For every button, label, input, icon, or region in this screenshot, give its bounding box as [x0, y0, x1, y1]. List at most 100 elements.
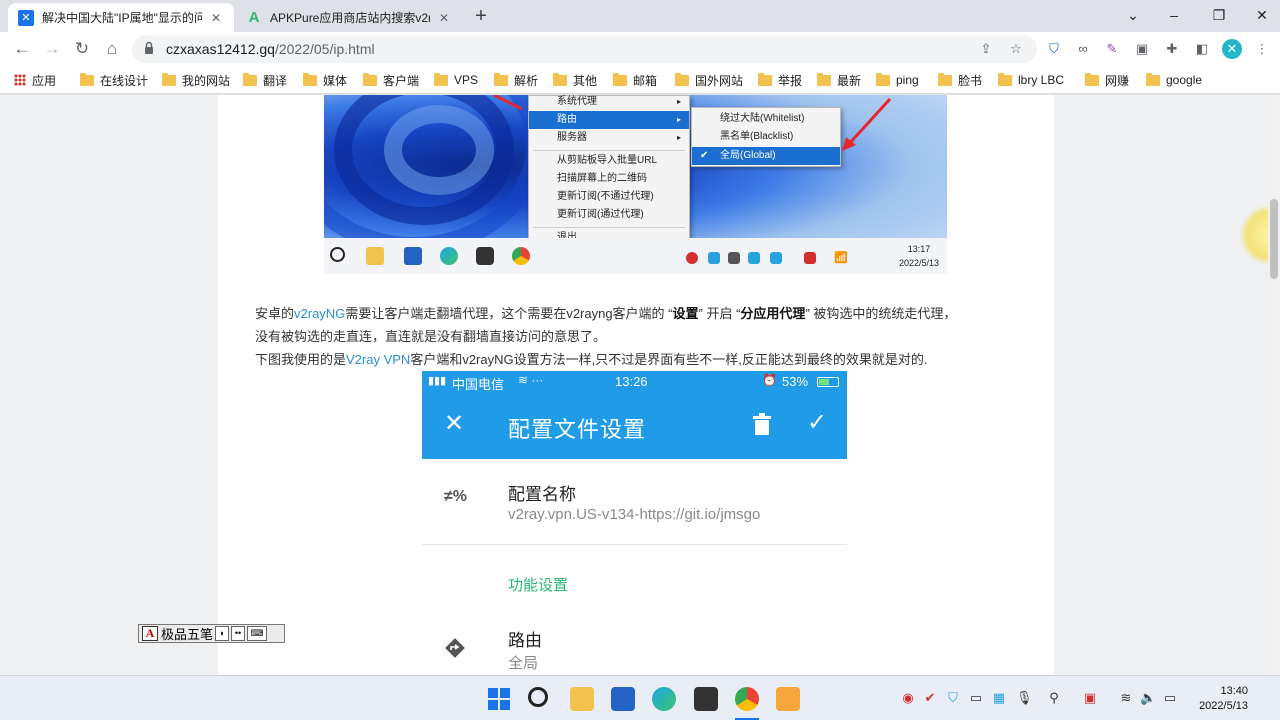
volume-icon[interactable]: 🔈 — [1140, 690, 1156, 706]
page-scrollbar[interactable] — [1268, 95, 1280, 675]
extensions-puzzle-icon[interactable]: ✚ — [1162, 39, 1182, 59]
tray-app-icon[interactable]: ▣ — [1082, 690, 1098, 706]
minimize-button[interactable]: – — [1160, 4, 1188, 26]
bookmark-folder[interactable]: 其他 — [553, 71, 597, 89]
chrome-icon[interactable] — [735, 687, 759, 711]
link-extension-icon[interactable]: ∞ — [1073, 39, 1093, 59]
battery-fill — [819, 379, 829, 385]
folder-icon — [876, 72, 890, 86]
new-tab-button[interactable]: + — [470, 6, 492, 28]
ime-mode-icon[interactable]: A — [142, 626, 158, 641]
microphone-icon[interactable]: 🎙 — [1016, 690, 1033, 706]
bookmark-folder[interactable]: 媒体 — [303, 71, 347, 89]
bookmark-folder[interactable]: 网赚 — [1085, 71, 1129, 89]
shield-tray-icon[interactable]: ⛉ — [945, 690, 961, 706]
paragraph-2: 没有被钩选的走直连，直连就是没有翻墙直接访问的意思了。 — [255, 327, 606, 347]
side-panel-icon[interactable]: ◧ — [1192, 39, 1212, 59]
profile-avatar-icon[interactable]: ✕ — [1222, 39, 1242, 59]
bookmark-folder[interactable]: ping — [876, 71, 919, 89]
close-window-button[interactable]: ✕ — [1248, 4, 1276, 26]
bookmark-apps[interactable]: 应用 — [14, 71, 56, 89]
bookmark-folder[interactable]: 举报 — [758, 71, 802, 89]
setting-value-config-name[interactable]: v2ray.vpn.US-v134-https://git.io/jmsgo — [508, 506, 760, 523]
phone-title: 配置文件设置 — [508, 417, 647, 442]
monitor-tray-icon[interactable]: ▭ — [968, 690, 984, 706]
bookmark-folder[interactable]: 邮箱 — [613, 71, 657, 89]
bookmark-star-icon[interactable]: ☆ — [1006, 39, 1026, 59]
taskbar-clock[interactable]: 13:40 2022/5/13 — [1186, 684, 1248, 714]
bookmark-folder[interactable]: 解析 — [494, 71, 538, 89]
divider — [422, 544, 847, 545]
restore-button[interactable]: ❐ — [1205, 4, 1233, 26]
route-diamond-icon — [445, 638, 465, 658]
setting-title-routing[interactable]: 路由 — [508, 626, 542, 651]
browser-toolbar: ← → ↻ ⌂ czxaxas12412.gq/2022/05/ip.html … — [0, 32, 1280, 66]
bookmark-folder[interactable]: 客户端 — [363, 71, 419, 89]
bookmark-folder[interactable]: 国外网站 — [675, 71, 743, 89]
paragraph-3: 下图我使用的是V2ray VPN客户端和v2rayNG设置方法一样,只不过是界面… — [255, 350, 927, 370]
trash-icon[interactable] — [753, 413, 771, 435]
tab-strip: ✕ 解决中国大陆"IP属地"显示的问题 ✕ A APKPure应用商店站内搜索v… — [0, 0, 1280, 32]
back-icon[interactable]: ← — [10, 37, 34, 61]
app-icon[interactable] — [776, 687, 800, 711]
camera-app-icon[interactable] — [694, 687, 718, 711]
tab-apkpure[interactable]: A APKPure应用商店站内搜索v2ray ✕ — [236, 3, 462, 32]
forward-icon[interactable]: → — [40, 37, 64, 61]
article-screenshot-phone: ▮▮▮ 中国电信 ≋ ··· 13:26 ⏰ 53% ✕ 配置文件设置 ✓ ≠%… — [422, 371, 847, 675]
file-explorer-icon[interactable] — [570, 687, 594, 711]
link-v2ray-vpn[interactable]: V2ray VPN — [346, 352, 410, 367]
windows-start-icon[interactable] — [488, 688, 510, 710]
scrollbar-thumb[interactable] — [1270, 199, 1278, 279]
address-bar[interactable]: czxaxas12412.gq/2022/05/ip.html ⇪ ☆ — [132, 35, 1037, 63]
bookmark-folder[interactable]: VPS — [434, 71, 478, 89]
link-v2rayng[interactable]: v2rayNG — [294, 306, 345, 321]
bookmark-label: 其他 — [573, 73, 598, 88]
tab-article[interactable]: ✕ 解决中国大陆"IP属地"显示的问题 ✕ — [8, 3, 234, 32]
wifi-icon[interactable]: ≋ — [1118, 690, 1134, 706]
setting-value-routing: 全局 — [508, 655, 539, 672]
battery-level: 53% — [782, 374, 809, 389]
ime-tray-icon[interactable]: ⚲ — [1046, 690, 1062, 706]
bookmark-folder[interactable]: 翻译 — [243, 71, 287, 89]
screenshot-taskbar: 📶 13:17 2022/5/13 — [324, 238, 947, 274]
punctuation-icon[interactable]: •• — [231, 626, 246, 641]
v2ray-tray-icon[interactable]: ✔ — [922, 690, 938, 706]
tab-search-icon[interactable]: ⌄ — [1119, 4, 1147, 26]
bookmark-label: 举报 — [778, 73, 803, 88]
close-tab-icon[interactable]: ✕ — [436, 11, 452, 25]
bookmark-folder[interactable]: 在线设计 — [80, 71, 148, 89]
half-width-icon[interactable]: ◗ — [215, 626, 230, 641]
folder-icon — [303, 72, 317, 86]
clock-date: 2022/5/13 — [1199, 700, 1248, 712]
image-extension-icon[interactable]: ▣ — [1132, 39, 1152, 59]
bookmark-folder[interactable]: 我的网站 — [162, 71, 230, 89]
bookmark-folder[interactable]: google — [1146, 71, 1202, 89]
shield-extension-icon[interactable]: ⛉ — [1044, 39, 1064, 59]
confirm-check-icon[interactable]: ✓ — [807, 408, 827, 437]
store-icon[interactable] — [611, 687, 635, 711]
soft-keyboard-icon[interactable]: ⌨ — [247, 626, 268, 641]
folder-icon — [366, 247, 384, 265]
bookmark-folder[interactable]: 最新 — [817, 71, 861, 89]
reload-icon[interactable]: ↻ — [70, 37, 94, 61]
bookmark-label: 客户端 — [383, 73, 420, 88]
close-icon[interactable]: ✕ — [444, 409, 464, 438]
home-icon[interactable]: ⌂ — [100, 37, 124, 61]
network-tray-icon[interactable]: ▦ — [991, 690, 1007, 706]
close-tab-icon[interactable]: ✕ — [208, 11, 224, 25]
bookmark-label: 最新 — [837, 73, 862, 88]
folder-icon — [162, 72, 176, 86]
share-icon[interactable]: ⇪ — [976, 39, 996, 59]
record-icon[interactable]: ◉ — [900, 690, 916, 706]
bookmark-folder[interactable]: 脸书 — [938, 71, 982, 89]
battery-icon[interactable]: ▭ — [1162, 690, 1178, 706]
ime-toolbar[interactable]: A 极品五笔 ◗ •• ⌨ — [138, 624, 285, 643]
bookmark-folder[interactable]: lbry LBC — [998, 71, 1064, 89]
windows-taskbar: ◉ ✔ ⛉ ▭ ▦ 🎙 ⚲ ▣ ≋ 🔈 ▭ 13:40 2022/5/13 — [0, 675, 1280, 720]
bookmark-label: 我的网站 — [182, 73, 231, 88]
search-icon[interactable] — [528, 687, 548, 707]
menu-kebab-icon[interactable]: ⋮ — [1252, 39, 1272, 59]
phone-app-bar: ✕ 配置文件设置 ✓ — [422, 393, 847, 459]
edge-icon[interactable] — [652, 687, 676, 711]
pen-extension-icon[interactable]: ✎ — [1102, 39, 1122, 59]
